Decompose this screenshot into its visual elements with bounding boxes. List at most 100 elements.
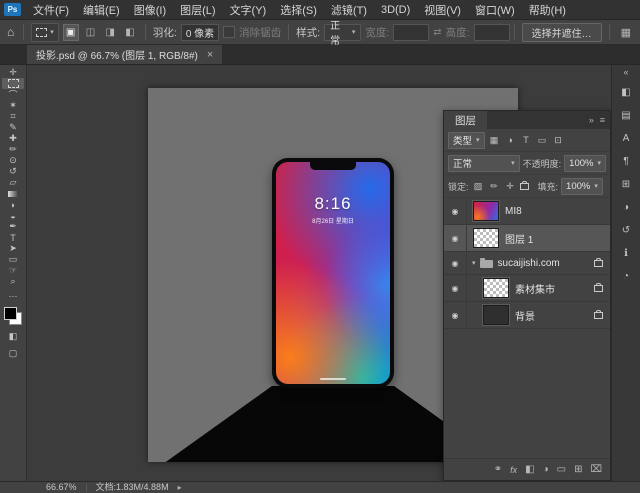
gradient-tool[interactable]: [2, 188, 24, 199]
swatches-panel-icon[interactable]: ▤: [616, 108, 636, 123]
menu-filter[interactable]: 滤镜(T): [324, 0, 374, 19]
new-selection-icon[interactable]: ▣: [62, 23, 79, 41]
home-icon[interactable]: ⌂: [5, 25, 16, 39]
menu-file[interactable]: 文件(F): [26, 0, 76, 19]
menu-edit[interactable]: 编辑(E): [76, 0, 127, 19]
clone-stamp-tool[interactable]: ⊙: [2, 155, 24, 166]
healing-brush-tool[interactable]: ✚: [2, 133, 24, 144]
filter-shape-layers-icon[interactable]: ▭: [536, 134, 549, 147]
crop-tool[interactable]: ⌗: [2, 111, 24, 122]
visibility-toggle[interactable]: ◉: [444, 225, 467, 251]
layer-name[interactable]: MI8: [505, 206, 522, 217]
menu-3d[interactable]: 3D(D): [374, 0, 417, 19]
layer-name[interactable]: 背景: [515, 308, 535, 323]
new-group-icon[interactable]: ▭: [557, 464, 566, 475]
layer-row[interactable]: ◉ 素材集市: [444, 275, 610, 302]
zoom-tool[interactable]: ⌕: [2, 276, 24, 287]
hand-tool[interactable]: ☞: [2, 265, 24, 276]
filter-smart-objects-icon[interactable]: ⊡: [552, 134, 565, 147]
new-layer-icon[interactable]: ⊞: [574, 464, 582, 475]
zoom-level-field[interactable]: 66.67%: [46, 482, 77, 493]
history-brush-tool[interactable]: ↺: [2, 166, 24, 177]
swap-dimensions-icon[interactable]: ⇄: [433, 27, 441, 38]
lock-transparent-pixels-icon[interactable]: ▨: [472, 180, 485, 193]
color-swatches[interactable]: [4, 307, 22, 325]
visibility-toggle[interactable]: ◉: [444, 198, 467, 224]
blend-mode-select[interactable]: 正常 ▾: [448, 154, 520, 172]
tool-preset-picker[interactable]: ▾: [31, 22, 59, 42]
select-and-mask-button[interactable]: 选择并遮住…: [521, 22, 602, 42]
tab-layers[interactable]: 图层: [444, 111, 487, 129]
opacity-input[interactable]: 100% ▾: [564, 154, 606, 172]
screen-mode-icon[interactable]: ▢: [9, 348, 18, 359]
libraries-panel-icon[interactable]: ⊞: [616, 177, 636, 192]
eyedropper-tool[interactable]: ✎: [2, 122, 24, 133]
visibility-toggle[interactable]: ◉: [444, 302, 467, 328]
subtract-from-selection-icon[interactable]: ◨: [102, 24, 118, 41]
character-panel-icon[interactable]: A: [616, 131, 636, 146]
add-to-selection-icon[interactable]: ◫: [83, 24, 99, 41]
menu-layer[interactable]: 图层(L): [173, 0, 222, 19]
status-options-icon[interactable]: ▸: [178, 482, 182, 493]
layer-thumbnail[interactable]: [473, 228, 499, 248]
shape-tool[interactable]: ▭: [2, 254, 24, 265]
menu-image[interactable]: 图像(I): [127, 0, 173, 19]
layer-thumbnail[interactable]: [483, 278, 509, 298]
layer-name[interactable]: 图层 1: [505, 231, 533, 246]
lasso-tool[interactable]: ⌒: [2, 89, 24, 100]
panel-menu-icon[interactable]: ≡: [600, 115, 605, 125]
magic-wand-tool[interactable]: ✶: [2, 100, 24, 111]
link-layers-icon[interactable]: ⚭: [494, 464, 502, 475]
path-selection-tool[interactable]: ➤: [2, 243, 24, 254]
type-tool[interactable]: T: [2, 232, 24, 243]
lock-all-icon[interactable]: [519, 180, 529, 190]
layer-row[interactable]: ◉ 图层 1: [444, 225, 610, 252]
width-input[interactable]: [393, 23, 430, 41]
layer-name[interactable]: sucaijishi.com: [498, 258, 560, 269]
menu-help[interactable]: 帮助(H): [522, 0, 573, 19]
layer-row[interactable]: ◉ MI8: [444, 198, 610, 225]
info-panel-icon[interactable]: ℹ: [616, 246, 636, 261]
eraser-tool[interactable]: ▱: [2, 177, 24, 188]
add-layer-mask-icon[interactable]: ◧: [525, 464, 534, 475]
expand-panels-icon[interactable]: «: [623, 67, 628, 77]
adjustment-layer-icon[interactable]: ◑: [543, 464, 549, 475]
layer-thumbnail[interactable]: [473, 201, 499, 221]
history-panel-icon[interactable]: ↺: [616, 223, 636, 238]
filter-type-layers-icon[interactable]: T: [520, 134, 533, 147]
style-select[interactable]: 正常 ▾: [324, 21, 362, 47]
blur-tool[interactable]: ◗: [2, 199, 24, 210]
panel-collapse-icon[interactable]: »: [589, 115, 594, 125]
layer-group-row[interactable]: ◉ ▾ sucaijishi.com: [444, 252, 610, 275]
menu-type[interactable]: 文字(Y): [223, 0, 274, 19]
layer-style-icon[interactable]: fx: [510, 465, 517, 475]
filter-adjustment-layers-icon[interactable]: ◑: [504, 134, 517, 147]
layer-row[interactable]: ◉ 背景: [444, 302, 610, 329]
menu-view[interactable]: 视图(V): [417, 0, 468, 19]
layer-thumbnail[interactable]: [483, 305, 509, 325]
group-expand-icon[interactable]: ▾: [472, 259, 476, 267]
color-panel-icon[interactable]: ◧: [616, 85, 636, 100]
feather-input[interactable]: 0 像素: [180, 23, 220, 41]
intersect-selection-icon[interactable]: ◧: [122, 24, 138, 41]
fill-input[interactable]: 100% ▾: [561, 177, 603, 195]
filter-pixel-layers-icon[interactable]: ▦: [488, 134, 501, 147]
brush-tool[interactable]: ✏: [2, 144, 24, 155]
paragraph-panel-icon[interactable]: ¶: [616, 154, 636, 169]
lock-position-icon[interactable]: ✛: [504, 180, 517, 193]
edit-toolbar-icon[interactable]: ⋯: [9, 291, 18, 302]
visibility-toggle[interactable]: ◉: [444, 252, 467, 274]
workspace-switcher-icon[interactable]: ▦: [617, 26, 635, 39]
properties-panel-icon[interactable]: ◔: [616, 269, 636, 284]
lock-image-pixels-icon[interactable]: ✏: [488, 180, 501, 193]
delete-layer-icon[interactable]: ⌧: [590, 464, 602, 475]
antialias-checkbox[interactable]: [223, 26, 236, 38]
visibility-toggle[interactable]: ◉: [444, 275, 467, 301]
layer-name[interactable]: 素材集市: [515, 281, 555, 296]
menu-window[interactable]: 窗口(W): [468, 0, 522, 19]
menu-select[interactable]: 选择(S): [273, 0, 324, 19]
pen-tool[interactable]: ✒: [2, 221, 24, 232]
foreground-color-swatch[interactable]: [4, 307, 17, 320]
close-icon[interactable]: ×: [207, 49, 213, 61]
document-tab[interactable]: 投影.psd @ 66.7% (图层 1, RGB/8#) ×: [27, 45, 223, 64]
